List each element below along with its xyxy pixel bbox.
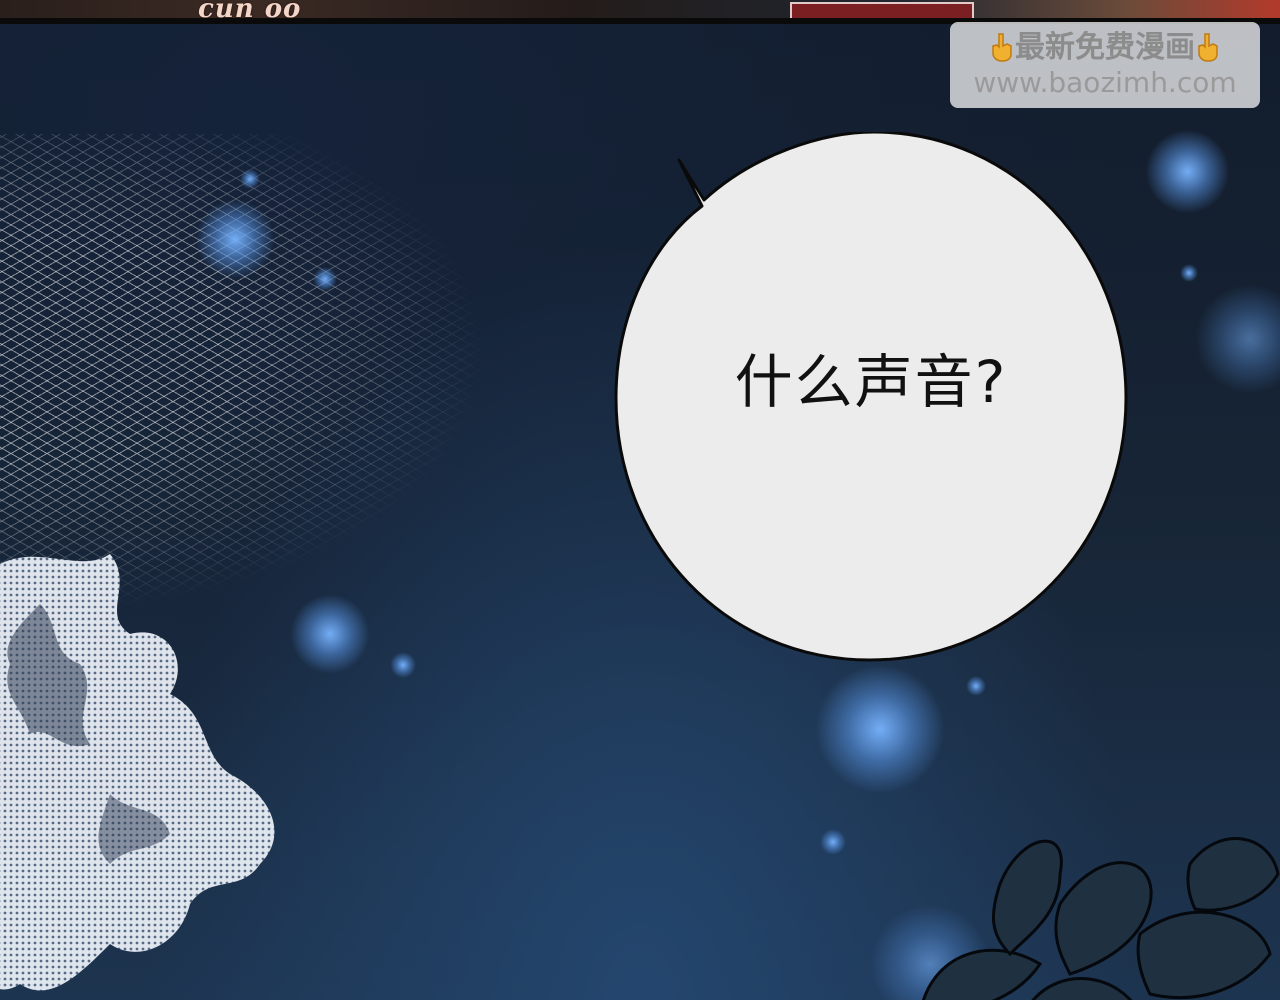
pointing-down-hand-icon: [1198, 33, 1218, 62]
glow-orb: [815, 664, 945, 794]
site-watermark: 最新免费漫画 www.baozimh.com: [950, 22, 1260, 108]
glow-orb: [1145, 129, 1230, 214]
glow-orb: [195, 199, 275, 279]
watermark-title: 最新免费漫画: [1015, 30, 1195, 65]
pointing-down-hand-icon: [992, 33, 1012, 62]
previous-panel-strip: cun oo: [0, 0, 1280, 24]
glow-orb: [966, 676, 986, 696]
glow-orb: [820, 829, 846, 855]
watermark-url: www.baozimh.com: [973, 66, 1237, 99]
glow-orb: [240, 169, 260, 189]
glow-orb: [290, 594, 370, 674]
white-splash-effect: [0, 554, 275, 991]
glow-orb: [1180, 264, 1198, 282]
glow-orb: [1195, 284, 1280, 394]
glow-orb: [313, 267, 337, 291]
watermark-title-row: 最新免费漫画: [950, 30, 1260, 66]
dark-leaves-decoration: [921, 837, 1280, 1000]
speech-bubble-text: 什么声音?: [734, 348, 1008, 416]
comic-panel: [0, 24, 1280, 1000]
glow-orb: [390, 652, 416, 678]
